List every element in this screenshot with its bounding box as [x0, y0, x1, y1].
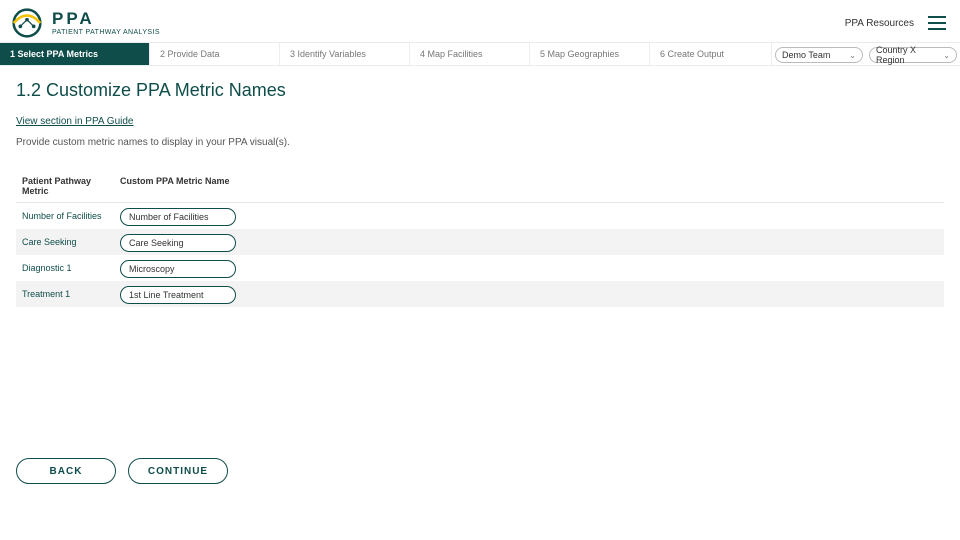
table-row: Treatment 1: [16, 281, 944, 307]
metric-name-input[interactable]: [120, 234, 236, 252]
metric-label: Care Seeking: [16, 237, 120, 247]
table-row: Diagnostic 1: [16, 255, 944, 281]
guide-link[interactable]: View section in PPA Guide: [16, 116, 133, 127]
metric-name-input[interactable]: [120, 286, 236, 304]
table-row: Number of Facilities: [16, 203, 944, 229]
step-3-identify-variables[interactable]: 3 Identify Variables: [280, 43, 410, 65]
metric-name-input[interactable]: [120, 260, 236, 278]
table-header: Patient Pathway Metric Custom PPA Metric…: [16, 170, 944, 203]
page-title: 1.2 Customize PPA Metric Names: [16, 80, 944, 101]
metric-name-input[interactable]: [120, 208, 236, 226]
footer-buttons: BACK CONTINUE: [16, 458, 228, 484]
page-description: Provide custom metric names to display i…: [16, 137, 944, 148]
team-selector-label: Demo Team: [782, 50, 830, 60]
step-5-map-geographies[interactable]: 5 Map Geographies: [530, 43, 650, 65]
step-6-create-output[interactable]: 6 Create Output: [650, 43, 772, 65]
step-nav: 1 Select PPA Metrics 2 Provide Data 3 Id…: [0, 42, 960, 66]
brand: PPA PATIENT PATHWAY ANALYSIS: [10, 8, 160, 38]
metric-label: Diagnostic 1: [16, 263, 120, 273]
ppa-resources-link[interactable]: PPA Resources: [845, 18, 914, 29]
chevron-down-icon: ⌄: [849, 51, 856, 60]
step-4-map-facilities[interactable]: 4 Map Facilities: [410, 43, 530, 65]
ppa-logo-icon: [10, 8, 44, 38]
step-2-provide-data[interactable]: 2 Provide Data: [150, 43, 280, 65]
brand-subtitle: PATIENT PATHWAY ANALYSIS: [52, 29, 160, 36]
continue-button[interactable]: CONTINUE: [128, 458, 228, 484]
col-header-custom-name: Custom PPA Metric Name: [120, 176, 260, 196]
metric-table: Patient Pathway Metric Custom PPA Metric…: [16, 170, 944, 307]
menu-icon[interactable]: [928, 16, 946, 30]
step-1-select-ppa-metrics[interactable]: 1 Select PPA Metrics: [0, 43, 150, 65]
table-row: Care Seeking: [16, 229, 944, 255]
main-content: 1.2 Customize PPA Metric Names View sect…: [0, 66, 960, 307]
chevron-down-icon: ⌄: [943, 51, 950, 60]
metric-label: Number of Facilities: [16, 211, 120, 221]
team-selector[interactable]: Demo Team ⌄: [775, 47, 863, 63]
brand-title: PPA: [52, 10, 160, 27]
region-selector[interactable]: Country X Region ⌄: [869, 47, 957, 63]
metric-label: Treatment 1: [16, 289, 120, 299]
header: PPA PATIENT PATHWAY ANALYSIS PPA Resourc…: [0, 0, 960, 42]
col-header-metric: Patient Pathway Metric: [16, 176, 120, 196]
back-button[interactable]: BACK: [16, 458, 116, 484]
region-selector-label: Country X Region: [876, 45, 943, 65]
